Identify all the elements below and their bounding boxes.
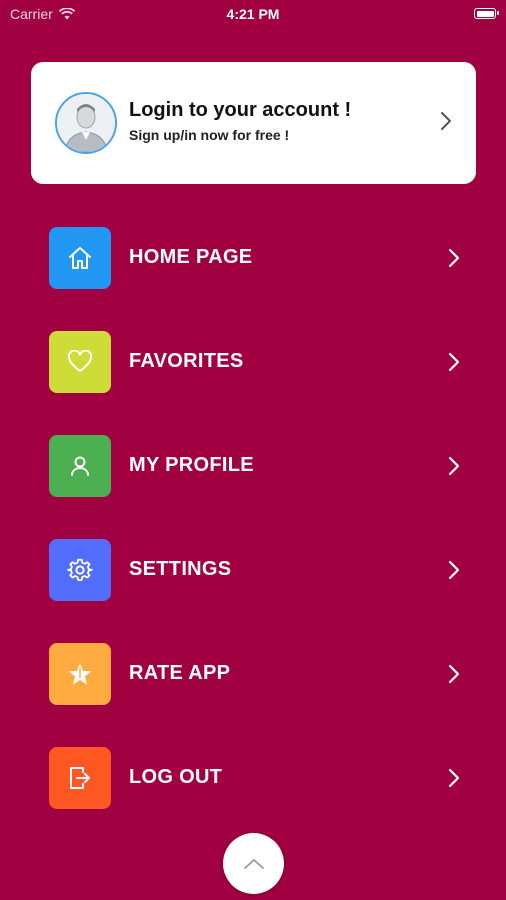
- logout-icon-tile: [49, 747, 111, 809]
- gear-icon: [67, 558, 93, 581]
- menu-item-home-page[interactable]: HOME PAGE: [0, 227, 506, 289]
- menu-item-settings[interactable]: SETTINGS: [0, 539, 506, 601]
- scroll-up-button[interactable]: [223, 833, 284, 894]
- login-title: Login to your account !: [129, 99, 352, 121]
- menu-label-log-out: LOG OUT: [129, 766, 223, 788]
- status-bar: Carrier 4:21 PM: [0, 0, 506, 28]
- menu-label-settings: SETTINGS: [129, 558, 232, 580]
- gear-icon-tile: [49, 539, 111, 601]
- chevron-right-icon: [448, 248, 460, 268]
- menu-label-my-profile: MY PROFILE: [129, 454, 254, 476]
- user-icon-tile: [49, 435, 111, 497]
- chevron-right-icon: [448, 456, 460, 476]
- logout-icon: [70, 767, 90, 789]
- heart-icon: [67, 350, 93, 372]
- chevron-right-icon: [441, 112, 451, 130]
- menu-label-favorites: FAVORITES: [129, 350, 244, 372]
- avatar: [55, 92, 117, 154]
- login-card[interactable]: Login to your account ! Sign up/in now f…: [31, 62, 476, 184]
- chevron-right-icon: [448, 560, 460, 580]
- login-subtitle: Sign up/in now for free !: [129, 127, 290, 143]
- heart-icon-tile: [49, 331, 111, 393]
- chevron-right-icon: [448, 768, 460, 788]
- star-icon: [68, 663, 92, 685]
- menu-list: HOME PAGE FAVORITES MY PROFILE SETTINGS …: [0, 227, 506, 851]
- menu-label-home-page: HOME PAGE: [129, 246, 253, 268]
- menu-item-log-out[interactable]: LOG OUT: [0, 747, 506, 809]
- chevron-right-icon: [448, 664, 460, 684]
- menu-item-rate-app[interactable]: RATE APP: [0, 643, 506, 705]
- chevron-right-icon: [448, 352, 460, 372]
- star-icon-tile: [49, 643, 111, 705]
- menu-item-my-profile[interactable]: MY PROFILE: [0, 435, 506, 497]
- menu-item-favorites[interactable]: FAVORITES: [0, 331, 506, 393]
- status-time: 4:21 PM: [226, 6, 280, 22]
- home-icon: [69, 247, 91, 269]
- chevron-up-icon: [243, 858, 264, 869]
- battery-icon: [474, 8, 499, 19]
- user-icon: [71, 456, 89, 476]
- user-avatar-icon: [57, 94, 115, 152]
- home-icon-tile: [49, 227, 111, 289]
- menu-label-rate-app: RATE APP: [129, 662, 231, 684]
